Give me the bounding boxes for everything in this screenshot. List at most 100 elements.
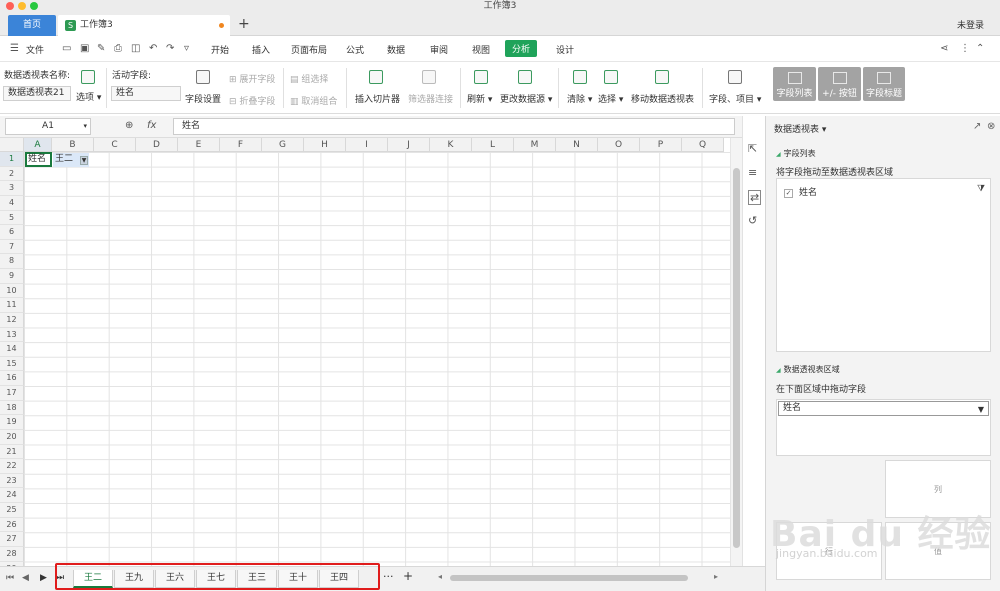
tab-view[interactable]: 视图: [472, 43, 490, 56]
field-filter-icon[interactable]: ⧩: [977, 184, 985, 194]
row-header[interactable]: 25: [0, 503, 24, 518]
column-header[interactable]: C: [94, 138, 136, 152]
filter-field-select[interactable]: 姓名 ▼: [778, 401, 989, 416]
row-header[interactable]: 28: [0, 547, 24, 562]
fields-items-icon[interactable]: [728, 70, 742, 84]
close-panel-icon[interactable]: ⊗: [987, 121, 995, 132]
pivot-name-input[interactable]: 数据透视表21: [3, 86, 71, 101]
quick-access-dropdown-icon[interactable]: ▿: [184, 43, 189, 54]
tab-home[interactable]: 开始: [211, 43, 229, 56]
row-header[interactable]: 24: [0, 488, 24, 504]
column-header[interactable]: Q: [682, 138, 724, 152]
minimize-window-button[interactable]: [18, 2, 26, 10]
cell-area[interactable]: [24, 152, 742, 566]
new-tab-button[interactable]: +: [238, 15, 250, 33]
row-header[interactable]: 15: [0, 356, 24, 372]
column-header[interactable]: K: [430, 138, 472, 152]
home-tab[interactable]: 首页: [8, 15, 56, 36]
row-header[interactable]: 5: [0, 210, 24, 226]
prev-sheet-icon[interactable]: ◀: [22, 573, 29, 583]
select-button[interactable]: 选择 ▾: [598, 92, 623, 105]
save-icon[interactable]: ▣: [80, 43, 89, 54]
popout-icon[interactable]: ↗: [973, 121, 981, 132]
clear-icon[interactable]: [573, 70, 587, 84]
column-header[interactable]: G: [262, 138, 304, 152]
row-header[interactable]: 14: [0, 342, 24, 357]
select-icon[interactable]: [604, 70, 618, 84]
vertical-scroll-thumb[interactable]: [733, 168, 740, 548]
column-header[interactable]: P: [640, 138, 682, 152]
horizontal-scrollbar[interactable]: ◂ ▸: [438, 572, 718, 584]
name-box-dropdown-icon[interactable]: ▾: [83, 119, 87, 134]
redo-icon[interactable]: ↷: [166, 43, 174, 54]
scroll-left-icon[interactable]: ◂: [438, 572, 442, 581]
clear-button[interactable]: 清除 ▾: [567, 92, 592, 105]
tab-review[interactable]: 审阅: [430, 43, 448, 56]
field-headers-toggle[interactable]: 字段标题: [863, 67, 905, 101]
row-header[interactable]: 27: [0, 532, 24, 547]
column-header[interactable]: F: [220, 138, 262, 152]
b1-filter-dropdown-icon[interactable]: ▼: [80, 156, 88, 165]
tab-formulas[interactable]: 公式: [346, 43, 364, 56]
more-options-icon[interactable]: ⋮: [960, 43, 970, 54]
column-header[interactable]: I: [346, 138, 388, 152]
plus-minus-buttons-toggle[interactable]: +/- 按钮: [818, 67, 861, 101]
row-header[interactable]: 16: [0, 371, 24, 387]
print-preview-icon[interactable]: ◫: [131, 43, 140, 54]
formula-input[interactable]: 姓名: [173, 118, 735, 135]
print-icon[interactable]: ⎙: [114, 43, 122, 54]
hamburger-menu-icon[interactable]: ☰: [10, 43, 19, 54]
row-header[interactable]: 7: [0, 239, 24, 255]
next-sheet-icon[interactable]: ▶: [40, 573, 47, 583]
column-header[interactable]: J: [388, 138, 430, 152]
add-sheet-button[interactable]: +: [403, 569, 413, 583]
panel-title[interactable]: 数据透视表 ▾: [774, 122, 826, 135]
refresh-button[interactable]: 刷新 ▾: [467, 92, 492, 105]
slicer-icon[interactable]: [369, 70, 383, 84]
column-header[interactable]: O: [598, 138, 640, 152]
tab-page-layout[interactable]: 页面布局: [291, 43, 327, 56]
insert-function-button[interactable]: fx: [147, 120, 156, 131]
refresh-icon[interactable]: [474, 70, 488, 84]
row-header[interactable]: 1: [0, 152, 24, 167]
row-header[interactable]: 19: [0, 415, 24, 430]
pivot-panel-icon[interactable]: ⇄: [748, 190, 762, 205]
select-all-corner[interactable]: [0, 138, 24, 152]
ungroup-button[interactable]: ▥ 取消组合: [290, 94, 337, 107]
row-header[interactable]: 26: [0, 517, 24, 533]
field-list-toggle[interactable]: 字段列表: [773, 67, 816, 101]
column-header[interactable]: B: [52, 138, 94, 152]
filter-field-dropdown-icon[interactable]: ▼: [978, 403, 984, 416]
row-header[interactable]: 18: [0, 400, 24, 416]
filter-area-box[interactable]: 姓名 ▼: [776, 399, 991, 456]
cell-a1-selected[interactable]: 姓名: [25, 152, 52, 167]
filter-connections-icon[interactable]: [422, 70, 436, 84]
document-tab[interactable]: S 工作簿3: [58, 15, 230, 36]
share-icon[interactable]: ⋖: [940, 43, 948, 54]
horizontal-scroll-thumb[interactable]: [450, 575, 688, 581]
tab-analyze[interactable]: 分析: [505, 40, 538, 57]
history-icon[interactable]: ↺: [748, 214, 757, 227]
properties-icon[interactable]: ≡: [748, 166, 757, 179]
row-header[interactable]: 9: [0, 269, 24, 284]
collapse-ribbon-icon[interactable]: ⌃: [976, 43, 984, 54]
row-header[interactable]: 11: [0, 298, 24, 313]
zoom-window-button[interactable]: [30, 2, 38, 10]
column-header[interactable]: H: [304, 138, 346, 152]
tab-data[interactable]: 数据: [387, 43, 405, 56]
row-header[interactable]: 21: [0, 444, 24, 460]
open-folder-icon[interactable]: ▭: [62, 43, 71, 54]
pivot-options-icon[interactable]: [81, 70, 95, 84]
fields-items-button[interactable]: 字段、项目 ▾: [709, 92, 761, 105]
scroll-right-icon[interactable]: ▸: [714, 572, 718, 581]
spreadsheet-grid[interactable]: ABCDEFGHIJKLMNOPQ 1 2 3 4 5 6 7 8 9 10 11 12 13 14 15 1…: [0, 138, 742, 566]
name-box[interactable]: A1 ▾: [5, 118, 91, 135]
row-header[interactable]: 2: [0, 166, 24, 182]
close-window-button[interactable]: [6, 2, 14, 10]
column-header[interactable]: A: [24, 138, 52, 152]
checkbox-checked-icon[interactable]: ✓: [784, 189, 793, 198]
field-item-name[interactable]: ✓ 姓名: [784, 185, 817, 198]
column-header[interactable]: D: [136, 138, 178, 152]
change-source-button[interactable]: 更改数据源 ▾: [500, 92, 552, 105]
change-source-icon[interactable]: [518, 70, 532, 84]
